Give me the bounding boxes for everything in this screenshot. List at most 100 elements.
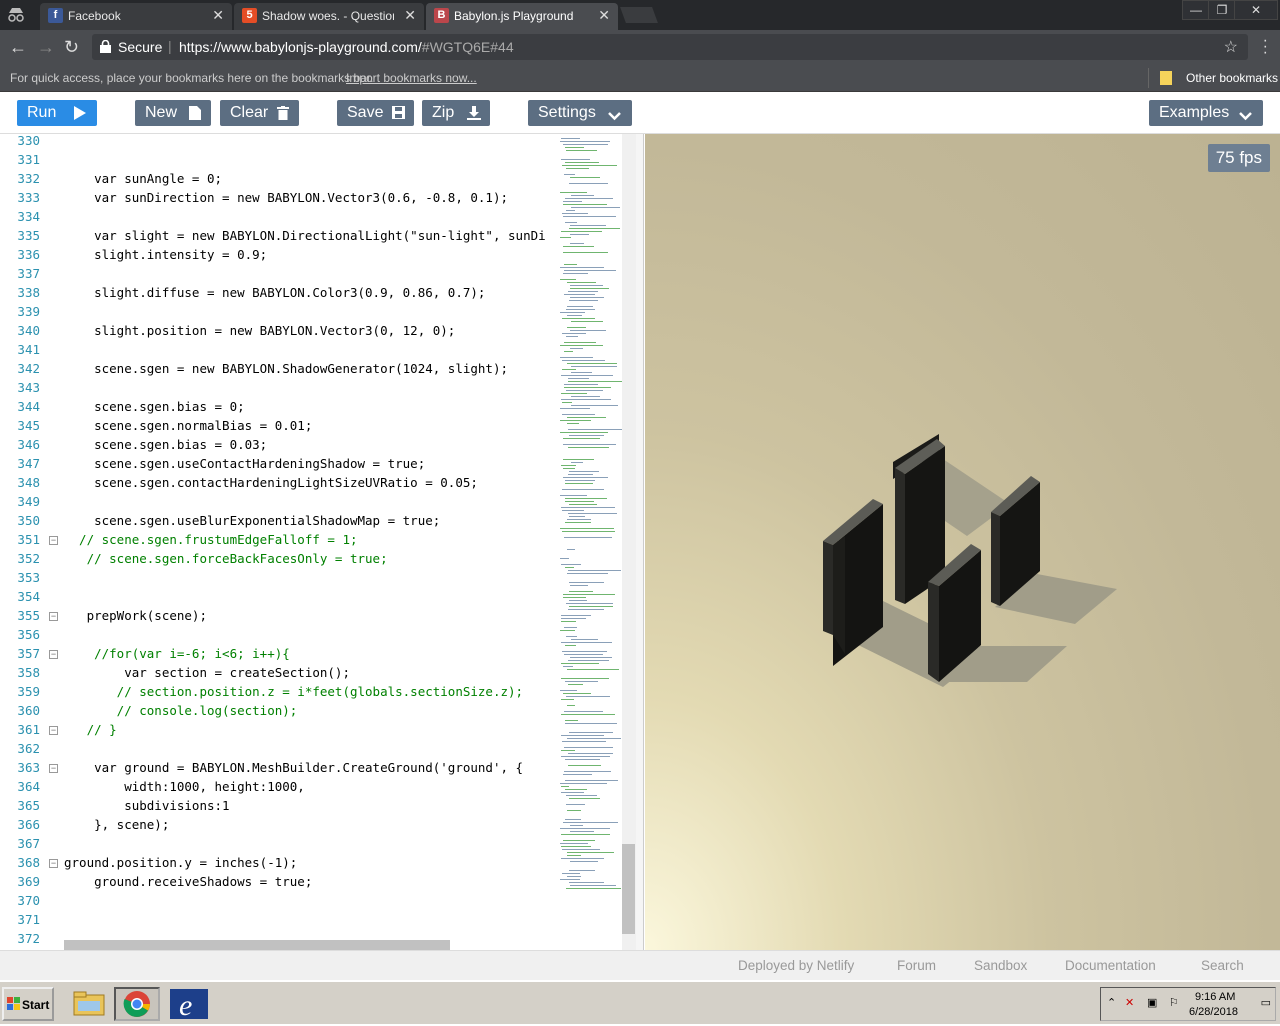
- code-text: scene.sgen.useContactHardeningShadow = t…: [64, 456, 426, 471]
- minimap-line: [567, 519, 591, 520]
- footer-link-documentation[interactable]: Documentation: [1065, 958, 1156, 973]
- action-center-flag-icon[interactable]: ⚐: [1169, 996, 1179, 1009]
- minimap-line: [570, 585, 588, 586]
- minimize-button[interactable]: —: [1182, 0, 1210, 20]
- chrome-menu-icon[interactable]: · · ·: [1263, 33, 1268, 61]
- fold-toggle-icon[interactable]: −: [49, 650, 58, 659]
- tab-babylon-playground[interactable]: B Babylon.js Playground ✕: [426, 3, 618, 30]
- code-editor[interactable]: 330 331 332 333 334 335 336 337 338 339 340 341 342 3…: [0, 134, 644, 950]
- close-tab-icon[interactable]: ✕: [404, 7, 416, 24]
- code-text: }, scene);: [64, 817, 170, 832]
- line-number: 369: [17, 874, 40, 889]
- clear-button[interactable]: Clear: [220, 100, 299, 126]
- line-number: 342: [17, 361, 40, 376]
- code-line-355: prepWork(scene);: [64, 608, 207, 623]
- code-area[interactable]: var sunAngle = 0; var sunDirection = new…: [64, 134, 556, 950]
- run-button[interactable]: Run: [17, 100, 97, 126]
- close-window-button[interactable]: ✕: [1234, 0, 1278, 20]
- minimap-line: [564, 711, 603, 712]
- minimap-line: [567, 852, 614, 853]
- show-desktop-icon[interactable]: ▭: [1261, 996, 1271, 1009]
- fold-toggle-icon[interactable]: −: [49, 859, 58, 868]
- minimap-line: [563, 693, 591, 694]
- minimap-line: [569, 882, 604, 883]
- code-minimap[interactable]: [556, 134, 622, 950]
- minimap-line: [568, 660, 609, 661]
- fold-toggle-icon[interactable]: −: [49, 726, 58, 735]
- restore-button[interactable]: ❐: [1208, 0, 1236, 20]
- line-number: 330: [17, 134, 40, 148]
- file-explorer-icon[interactable]: [66, 987, 112, 1021]
- code-text: // scene.sgen.frustumEdgeFalloff = 1;: [64, 532, 358, 547]
- code-line-346: scene.sgen.bias = 0.03;: [64, 437, 267, 452]
- footer-link-search[interactable]: Search: [1201, 958, 1244, 973]
- vertical-scroll-track[interactable]: [622, 134, 636, 950]
- line-number: 332: [17, 171, 40, 186]
- close-tab-icon[interactable]: ✕: [212, 7, 224, 24]
- footer-link-netlify[interactable]: Deployed by Netlify: [738, 958, 854, 973]
- code-text: var section = createSection();: [64, 665, 350, 680]
- horizontal-scrollbar[interactable]: [64, 940, 450, 950]
- new-tab-button[interactable]: [620, 7, 658, 23]
- volume-muted-icon[interactable]: ✕: [1125, 996, 1134, 1009]
- zip-button[interactable]: Zip: [422, 100, 490, 126]
- code-line-336: slight.intensity = 0.9;: [64, 247, 267, 262]
- footer-link-forum[interactable]: Forum: [897, 958, 936, 973]
- examples-dropdown[interactable]: Examples: [1149, 100, 1263, 126]
- fold-toggle-icon[interactable]: −: [49, 764, 58, 773]
- minimap-line: [569, 591, 593, 592]
- minimap-line: [560, 828, 610, 829]
- minimap-line: [560, 267, 604, 268]
- forward-icon[interactable]: →: [37, 37, 55, 58]
- minimap-line: [566, 336, 578, 337]
- bookmark-star-icon[interactable]: ☆: [1224, 37, 1238, 57]
- vertical-scrollbar[interactable]: [622, 844, 635, 934]
- line-number: 331: [17, 152, 40, 167]
- code-text: var ground = BABYLON.MeshBuilder.CreateG…: [64, 760, 524, 775]
- other-bookmarks[interactable]: Other bookmarks: [1186, 71, 1278, 85]
- start-button[interactable]: Start: [2, 987, 54, 1021]
- chrome-taskbar-icon[interactable]: [114, 987, 160, 1021]
- windows-logo-icon: [7, 997, 21, 1011]
- clock-date[interactable]: 6/28/2018: [1189, 1006, 1238, 1018]
- fold-toggle-icon[interactable]: −: [49, 612, 58, 621]
- save-button[interactable]: Save: [337, 100, 414, 126]
- internet-explorer-icon[interactable]: e: [166, 987, 212, 1022]
- close-tab-icon[interactable]: ✕: [598, 7, 610, 24]
- address-bar[interactable]: Secure | https://www.babylonjs-playgroun…: [92, 34, 1248, 60]
- clock-time[interactable]: 9:16 AM: [1195, 991, 1235, 1003]
- line-number: 334: [17, 209, 40, 224]
- minimap-line: [566, 309, 595, 310]
- line-number: 370: [17, 893, 40, 908]
- line-number: 337: [17, 266, 40, 281]
- tab-label: Babylon.js Playground: [454, 9, 574, 23]
- svg-text:e: e: [179, 989, 192, 1021]
- tab-questions[interactable]: 5 Shadow woes. - Questions ✕: [234, 3, 424, 30]
- line-number: 360: [17, 703, 40, 718]
- line-number: 349: [17, 494, 40, 509]
- url-text[interactable]: https://www.babylonjs-playground.com/#WG…: [179, 39, 514, 55]
- network-icon[interactable]: ▣: [1147, 996, 1157, 1009]
- minimap-line: [563, 204, 607, 205]
- browser-toolbar: ← → ↻ Secure | https://www.babylonjs-pla…: [0, 30, 1280, 64]
- minimap-line: [565, 522, 591, 523]
- fold-toggle-icon[interactable]: −: [49, 536, 58, 545]
- import-bookmarks-link[interactable]: Import bookmarks now...: [346, 71, 477, 85]
- settings-dropdown[interactable]: Settings: [528, 100, 632, 126]
- editor-splitter[interactable]: [636, 134, 643, 950]
- back-icon[interactable]: ←: [9, 37, 27, 58]
- tray-expand-icon[interactable]: ⌃: [1107, 996, 1116, 1009]
- render-canvas[interactable]: 75 fps: [645, 134, 1280, 950]
- wall-side: [991, 512, 1000, 606]
- tab-facebook[interactable]: f Facebook ✕: [40, 3, 232, 30]
- footer-link-sandbox[interactable]: Sandbox: [974, 958, 1027, 973]
- reload-icon[interactable]: ↻: [64, 37, 79, 58]
- minimap-line: [565, 480, 595, 481]
- minimap-line: [565, 789, 587, 790]
- browser-titlebar: f Facebook ✕ 5 Shadow woes. - Questions …: [0, 0, 1280, 30]
- new-button[interactable]: New: [135, 100, 211, 126]
- minimap-line: [564, 654, 603, 655]
- line-number: 354: [17, 589, 40, 604]
- minimap-line: [569, 435, 604, 436]
- code-text: ground.receiveShadows = true;: [64, 874, 313, 889]
